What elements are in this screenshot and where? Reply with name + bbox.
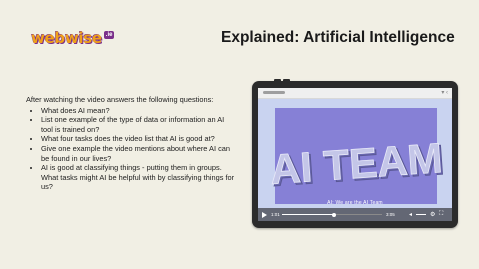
- page-title: Explained: Artificial Intelligence: [221, 29, 455, 46]
- wifi-battery-icon: ▾ ‹: [441, 90, 448, 96]
- video-caption: AI: We are the AI Team: [327, 200, 383, 206]
- video-controls: 1:01 3:05 ◂ ⚙ ⛶: [258, 208, 452, 221]
- settings-icon[interactable]: ⚙: [430, 211, 435, 218]
- browser-bar: ▾ ‹: [258, 88, 452, 99]
- address-bar[interactable]: [263, 91, 285, 94]
- question-item: What four tasks does the video list that…: [41, 134, 236, 144]
- tablet-button: [274, 79, 281, 81]
- question-item: Give one example the video mentions abou…: [41, 144, 236, 163]
- progress-fill: [282, 214, 334, 215]
- progress-track[interactable]: [282, 212, 382, 217]
- question-item: What does AI mean?: [41, 106, 236, 116]
- volume-slider[interactable]: [416, 214, 426, 215]
- progress-knob[interactable]: [332, 212, 336, 217]
- questions-list: What does AI mean? List one example of t…: [26, 106, 236, 192]
- tablet-frame: ▾ ‹ AI TEAM AI TEAM AI: We are the AI Te…: [252, 79, 458, 228]
- tablet-button: [283, 79, 290, 81]
- instructions-intro: After watching the video answers the fol…: [26, 95, 214, 104]
- current-time: 1:01: [271, 211, 280, 217]
- logo-badge: .ie: [103, 31, 115, 39]
- play-icon[interactable]: [262, 212, 267, 218]
- question-item: AI is good at classifying things - putti…: [41, 163, 236, 192]
- volume-icon[interactable]: ◂: [409, 211, 412, 218]
- video-player[interactable]: AI TEAM AI TEAM AI: We are the AI Team 1…: [258, 99, 452, 221]
- webwise-logo: webwise .ie: [31, 29, 115, 47]
- logo-text: webwise: [31, 29, 102, 47]
- instructions-block: After watching the video answers the fol…: [26, 95, 236, 192]
- question-item: List one example of the type of data or …: [41, 115, 236, 134]
- fullscreen-icon[interactable]: ⛶: [439, 211, 443, 218]
- tablet-screen: ▾ ‹ AI TEAM AI TEAM AI: We are the AI Te…: [258, 88, 452, 221]
- total-time: 3:05: [386, 211, 395, 217]
